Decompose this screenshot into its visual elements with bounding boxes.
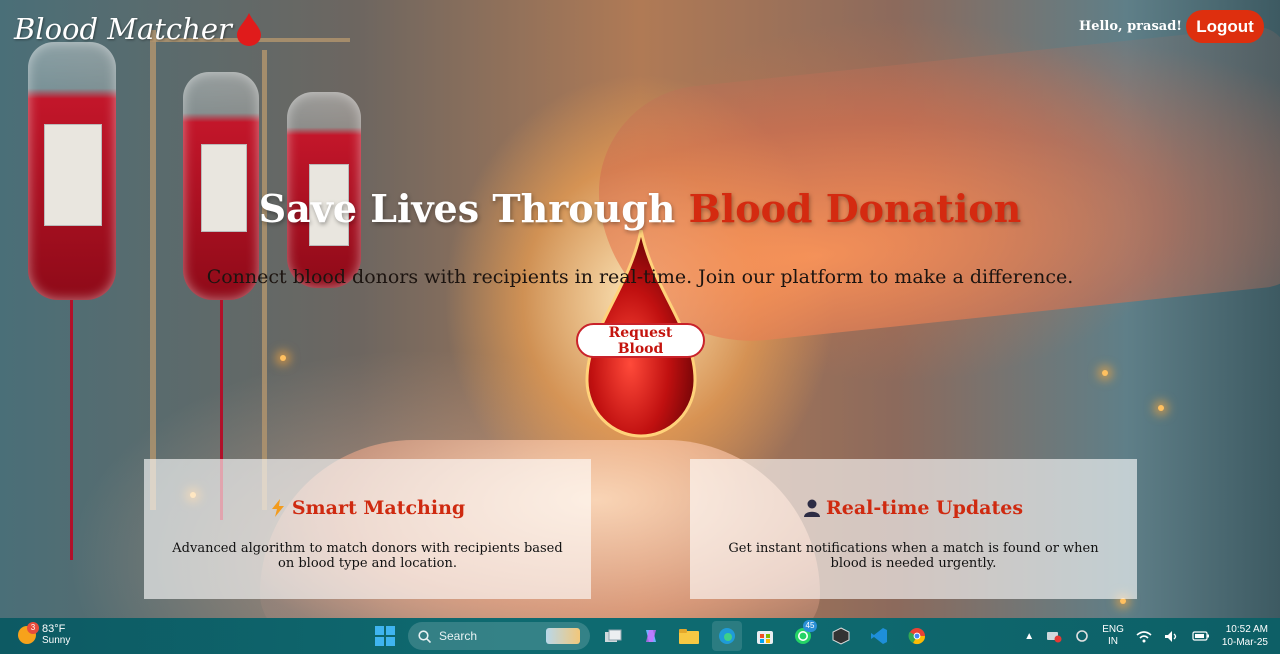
search-highlight-image <box>546 628 580 644</box>
edge-browser-icon[interactable] <box>712 621 742 651</box>
network-blocked-icon[interactable] <box>1046 629 1062 643</box>
feature-card-smart-matching: Smart Matching Advanced algorithm to mat… <box>144 459 591 599</box>
os-taskbar: 3 83°F Sunny Search 45 ▲ ENG IN 10:52 AM… <box>0 618 1280 654</box>
taskbar-apps: Search 45 <box>370 620 932 651</box>
weather-badge: 3 <box>27 622 39 634</box>
vscode-icon[interactable] <box>864 621 894 651</box>
search-icon <box>418 629 431 643</box>
user-icon <box>803 499 820 517</box>
weather-temp: 83°F <box>42 623 66 635</box>
logout-button[interactable]: Logout <box>1186 10 1264 43</box>
iv-tube <box>70 300 73 560</box>
blood-bag <box>28 42 116 300</box>
windows-start-icon[interactable] <box>370 621 400 651</box>
spark <box>280 355 286 361</box>
task-view-icon[interactable] <box>598 621 628 651</box>
search-label: Search <box>439 629 478 643</box>
sync-icon[interactable] <box>1074 629 1090 643</box>
taskbar-search[interactable]: Search <box>408 622 590 650</box>
feature-title: Real-time Updates <box>710 497 1117 519</box>
hero-title-accent: Blood Donation <box>688 186 1022 231</box>
microsoft-store-icon[interactable] <box>750 621 780 651</box>
user-greeting: Hello, prasad! <box>1078 19 1182 34</box>
feature-card-realtime-updates: Real-time Updates Get instant notificati… <box>690 459 1137 599</box>
volume-icon[interactable] <box>1164 630 1180 643</box>
hero-subtitle: Connect blood donors with recipients in … <box>206 266 1074 288</box>
whatsapp-icon[interactable]: 45 <box>788 620 818 651</box>
chrome-icon[interactable] <box>902 621 932 651</box>
system-tray: ▲ ENG IN 10:52 AM 10-Mar-25 <box>1024 621 1268 651</box>
request-blood-button[interactable]: Request Blood <box>576 323 705 358</box>
spark <box>1158 405 1164 411</box>
copilot-icon[interactable] <box>636 621 666 651</box>
feature-title: Smart Matching <box>164 497 571 519</box>
clock-date: 10-Mar-25 <box>1221 637 1268 648</box>
clock-time: 10:52 AM <box>1225 624 1268 635</box>
hero-title-main: Save Lives Through <box>258 186 689 231</box>
wifi-icon[interactable] <box>1136 630 1152 643</box>
weather-widget[interactable]: 3 83°F Sunny <box>18 622 71 647</box>
language-indicator[interactable]: ENG IN <box>1102 624 1124 648</box>
blood-drop-icon <box>236 13 261 46</box>
system-clock[interactable]: 10:52 AM 10-Mar-25 <box>1222 623 1268 649</box>
hero-title: Save Lives Through Blood Donation <box>0 186 1280 231</box>
feature-text: Get instant notifications when a match i… <box>728 541 1099 571</box>
feature-text: Advanced algorithm to match donors with … <box>172 541 563 571</box>
whatsapp-badge: 45 <box>803 620 817 632</box>
file-explorer-icon[interactable] <box>674 621 704 651</box>
logo-text: Blood Matcher <box>14 12 232 46</box>
spark <box>1102 370 1108 376</box>
chevron-up-icon[interactable]: ▲ <box>1024 631 1034 642</box>
lightning-icon <box>271 499 284 517</box>
weather-condition: Sunny <box>42 635 71 646</box>
battery-icon[interactable] <box>1192 630 1210 642</box>
hero-background: Blood Matcher Hello, prasad! Logout Save… <box>0 0 1280 618</box>
sun-icon: 3 <box>18 622 39 644</box>
app-cube-icon[interactable] <box>826 621 856 651</box>
app-logo[interactable]: Blood Matcher <box>14 12 262 46</box>
